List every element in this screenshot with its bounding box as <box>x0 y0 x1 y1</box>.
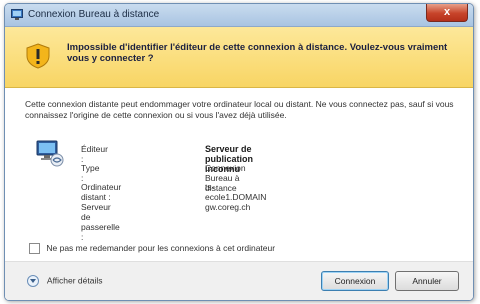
dialog-window: Connexion Bureau à distance x Impossible… <box>4 3 474 301</box>
remote-computer-value: ts-ecole1.DOMAIN <box>205 182 267 202</box>
dont-ask-again-checkbox[interactable] <box>29 243 40 255</box>
description-text: Cette connexion distante peut endommager… <box>25 99 454 120</box>
gateway-value: gw.coreg.ch <box>205 202 251 212</box>
warning-banner: Impossible d'identifier l'éditeur de cet… <box>5 27 473 88</box>
remote-computer-label: Ordinateur distant : <box>81 182 122 202</box>
remote-desktop-icon <box>11 9 23 20</box>
dont-ask-again-option[interactable]: Ne pas me redemander pour les connexions… <box>29 243 275 255</box>
cancel-button[interactable]: Annuler <box>395 271 459 291</box>
dont-ask-again-label[interactable]: Ne pas me redemander pour les connexions… <box>46 243 275 253</box>
chevron-down-icon[interactable] <box>27 275 39 287</box>
warning-message: Impossible d'identifier l'éditeur de cet… <box>67 42 448 64</box>
dialog-content: Cette connexion distante peut endommager… <box>5 88 473 300</box>
publisher-label: Éditeur : <box>81 144 108 164</box>
dialog-footer: Afficher détails Connexion Annuler <box>5 261 473 300</box>
gateway-label: Serveur de passerelle : <box>81 202 120 242</box>
type-label: Type : <box>81 163 100 183</box>
close-button[interactable]: x <box>426 4 468 22</box>
remote-computer-icon <box>35 138 65 168</box>
show-details-label[interactable]: Afficher détails <box>47 275 103 285</box>
connect-button[interactable]: Connexion <box>321 271 389 291</box>
window-title: Connexion Bureau à distance <box>28 9 160 20</box>
title-bar[interactable]: Connexion Bureau à distance x <box>5 4 473 27</box>
warning-shield-icon <box>25 43 51 69</box>
show-details-toggle[interactable]: Afficher détails <box>27 275 103 287</box>
